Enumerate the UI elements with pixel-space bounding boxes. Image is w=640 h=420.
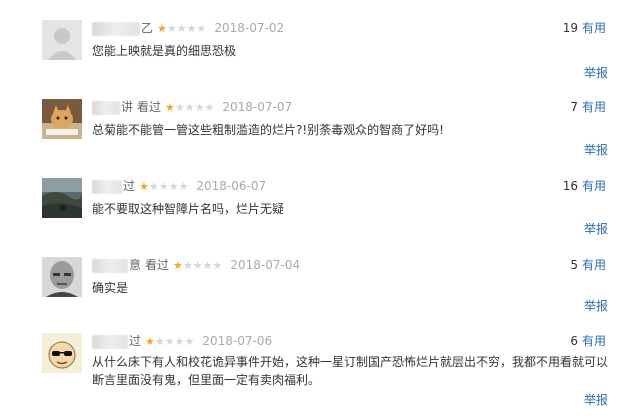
- rating-stars: ★★★★★: [173, 258, 222, 274]
- cat-photo-icon: [42, 99, 82, 139]
- useful-box: 5 有用: [570, 257, 606, 273]
- bald-man-photo-icon: [42, 257, 82, 297]
- rating-stars: ★★★★★: [139, 179, 188, 195]
- useful-count: 19: [562, 21, 578, 35]
- star-icon: ★: [173, 259, 183, 272]
- report-button[interactable]: 举报: [584, 297, 608, 314]
- useful-box: 7 有用: [570, 99, 606, 115]
- rating-stars: ★★★★★: [157, 21, 206, 37]
- review-meta: 过 ★★★★★ 2018-07-06: [92, 333, 272, 349]
- star-icon: ★: [139, 180, 149, 193]
- report-button[interactable]: 举报: [584, 391, 608, 408]
- username-fragment: 过: [123, 179, 136, 193]
- review-date: 2018-07-04: [230, 258, 301, 272]
- useful-button[interactable]: 有用: [582, 100, 606, 114]
- useful-count: 16: [562, 179, 578, 193]
- review-date: 2018-07-02: [214, 21, 285, 35]
- review-content: 从什么床下有人和校花诡异事件开始，这种一星订制国产恐怖烂片就层出不穷，我都不用看…: [92, 355, 609, 387]
- username-fragment: 意: [129, 258, 142, 272]
- landscape-photo-icon: [42, 178, 82, 218]
- star-icon: ★: [145, 335, 155, 348]
- cartoon-sunglasses-icon: [42, 333, 82, 373]
- review-date: 2018-07-06: [202, 334, 273, 348]
- review-meta: 过 ★★★★★ 2018-06-07: [92, 178, 266, 194]
- username-blurred[interactable]: [92, 179, 122, 194]
- rating-stars: ★★★★★: [145, 334, 194, 350]
- star-icon: ★★★★: [154, 335, 195, 348]
- avatar[interactable]: [42, 99, 82, 139]
- username-fragment: 过: [129, 334, 142, 348]
- useful-button[interactable]: 有用: [582, 21, 606, 35]
- star-icon: ★★★★: [174, 101, 215, 114]
- avatar[interactable]: [42, 178, 82, 218]
- review-date: 2018-07-07: [222, 100, 293, 114]
- avatar[interactable]: [42, 333, 82, 373]
- star-icon: ★★★★: [148, 180, 189, 193]
- review-meta: 讲看过 ★★★★★ 2018-07-07: [92, 99, 292, 115]
- review-meta: 意看过 ★★★★★ 2018-07-04: [92, 257, 300, 273]
- rating-stars: ★★★★★: [165, 100, 214, 116]
- review-content: 您能上映就是真的细思恐极: [92, 44, 237, 58]
- username-fragment: 乙: [141, 21, 154, 35]
- useful-count: 6: [570, 334, 578, 348]
- username-blurred[interactable]: [92, 258, 128, 273]
- useful-box: 16 有用: [563, 178, 606, 194]
- username-blurred[interactable]: [92, 21, 140, 36]
- useful-count: 5: [570, 258, 578, 272]
- review-content: 总菊能不能管一管这些粗制滥造的烂片?!别荼毒观众的智商了好吗!: [92, 123, 444, 137]
- default-avatar-icon: [42, 20, 82, 60]
- useful-button[interactable]: 有用: [582, 258, 606, 272]
- useful-button[interactable]: 有用: [582, 179, 606, 193]
- review-meta: 乙 ★★★★★ 2018-07-02: [92, 20, 284, 36]
- useful-count: 7: [570, 100, 578, 114]
- avatar[interactable]: [42, 20, 82, 60]
- report-button[interactable]: 举报: [584, 141, 608, 158]
- watched-label: 看过: [145, 258, 170, 272]
- review-content: 确实是: [92, 281, 129, 295]
- watched-label: 看过: [137, 100, 162, 114]
- avatar[interactable]: [42, 257, 82, 297]
- star-icon: ★★★★: [182, 259, 223, 272]
- star-icon: ★★★★: [166, 22, 207, 35]
- useful-button[interactable]: 有用: [582, 334, 606, 348]
- useful-box: 6 有用: [570, 333, 606, 349]
- username-blurred[interactable]: [92, 100, 120, 115]
- star-icon: ★: [165, 101, 175, 114]
- username-blurred[interactable]: [92, 334, 128, 349]
- report-button[interactable]: 举报: [584, 64, 608, 81]
- username-fragment: 讲: [121, 100, 134, 114]
- useful-box: 19 有用: [563, 20, 606, 36]
- review-date: 2018-06-07: [196, 179, 267, 193]
- star-icon: ★: [157, 22, 167, 35]
- review-content: 能不要取这种智障片名吗，烂片无疑: [92, 202, 285, 216]
- report-button[interactable]: 举报: [584, 220, 608, 237]
